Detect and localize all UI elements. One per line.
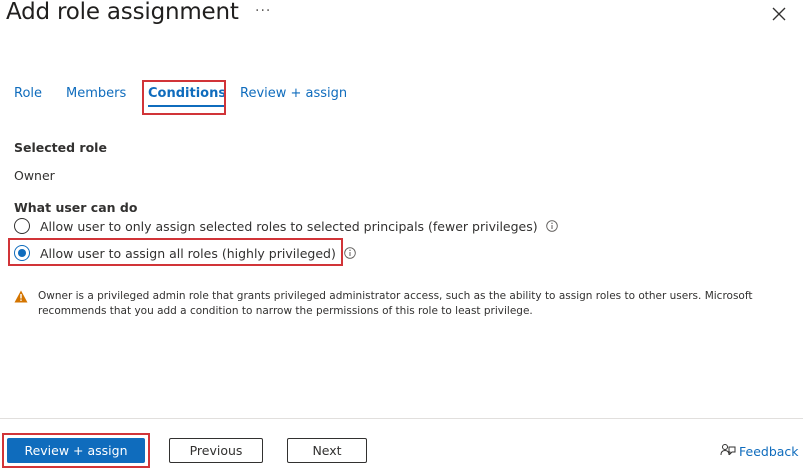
info-icon[interactable] (344, 247, 356, 259)
tab-review-assign[interactable]: Review + assign (240, 84, 347, 104)
feedback-icon (720, 444, 736, 456)
tab-members[interactable]: Members (66, 84, 126, 104)
radio-option-all-roles[interactable]: Allow user to assign all roles (highly p… (14, 243, 356, 263)
radio-button-selected[interactable] (14, 245, 30, 261)
page-title: Add role assignment (6, 0, 239, 25)
info-icon[interactable] (545, 220, 558, 232)
close-icon[interactable] (770, 5, 788, 23)
what-user-can-do-heading: What user can do (14, 200, 138, 215)
radio-option-fewer-privileges[interactable]: Allow user to only assign selected roles… (14, 216, 558, 236)
selected-role-heading: Selected role (14, 140, 107, 155)
previous-button[interactable]: Previous (169, 438, 263, 463)
feedback-link[interactable]: Feedback (720, 443, 799, 459)
tab-role[interactable]: Role (14, 84, 42, 104)
footer-divider (0, 418, 803, 419)
wizard-tabs: Role Members Conditions Review + assign (0, 84, 803, 108)
radio-option-label: Allow user to assign all roles (highly p… (40, 245, 336, 261)
tab-conditions[interactable]: Conditions (148, 84, 227, 107)
privilege-warning: Owner is a privileged admin role that gr… (14, 289, 784, 319)
selected-role-value: Owner (14, 168, 55, 183)
radio-button[interactable] (14, 218, 30, 234)
review-assign-button[interactable]: Review + assign (7, 438, 145, 463)
radio-option-label: Allow user to only assign selected roles… (40, 218, 538, 234)
feedback-label: Feedback (739, 443, 799, 459)
warning-text: Owner is a privileged admin role that gr… (38, 290, 753, 317)
more-options-button[interactable]: ··· (255, 3, 271, 19)
warning-icon (14, 290, 28, 303)
next-button[interactable]: Next (287, 438, 367, 463)
